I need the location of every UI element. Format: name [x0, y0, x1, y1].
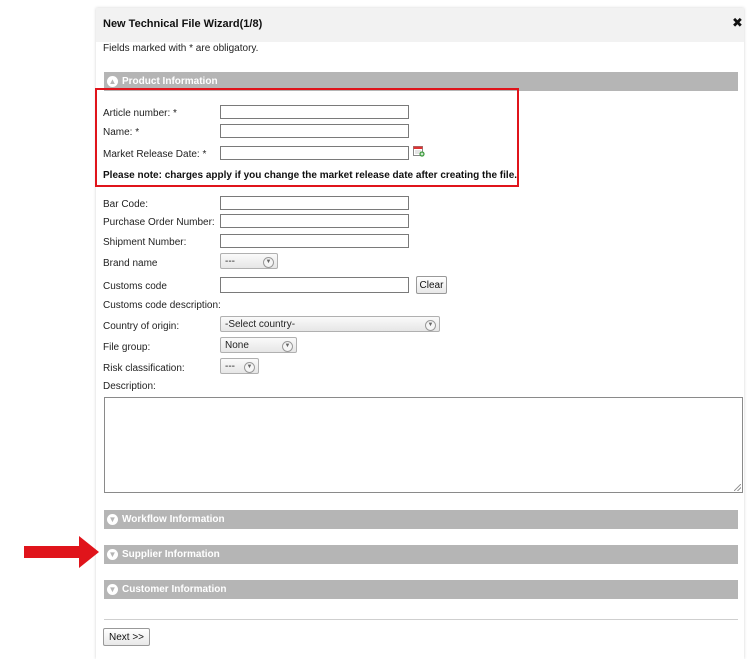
section-label: Customer Information [122, 584, 227, 595]
file-group-value: None [225, 340, 249, 351]
bar-code-input[interactable] [220, 196, 409, 210]
section-workflow-information[interactable]: ▼ Workflow Information [104, 510, 738, 529]
dialog-title: New Technical File Wizard(1/8) [103, 18, 263, 30]
chevron-down-icon: ▼ [425, 320, 436, 331]
name-label: Name: * [103, 127, 140, 138]
chevron-down-icon: ▼ [244, 362, 255, 373]
circle-chevron-down-icon: ▼ [107, 549, 118, 560]
purchase-order-number-input[interactable] [220, 214, 409, 228]
market-release-date-label: Market Release Date: * [103, 149, 207, 160]
customs-code-description-label: Customs code description: [103, 300, 221, 311]
country-of-origin-select[interactable]: -Select country- ▼ [220, 316, 440, 332]
country-of-origin-value: -Select country- [225, 319, 296, 330]
obligatory-note: Fields marked with * are obligatory. [103, 43, 259, 54]
chevron-down-icon: ▼ [282, 341, 293, 352]
shipment-number-label: Shipment Number: [103, 237, 187, 248]
market-release-date-input[interactable] [220, 146, 409, 160]
shipment-number-input[interactable] [220, 234, 409, 248]
next-button[interactable]: Next >> [103, 628, 150, 646]
country-of-origin-label: Country of origin: [103, 321, 180, 332]
resize-grip-icon[interactable] [734, 484, 741, 491]
section-label: Supplier Information [122, 549, 220, 560]
customs-code-label: Customs code [103, 281, 167, 292]
brand-name-label: Brand name [103, 258, 158, 269]
brand-name-select[interactable]: --- ▼ [220, 253, 278, 269]
chevron-down-icon: ▼ [263, 257, 274, 268]
file-group-label: File group: [103, 342, 151, 353]
section-supplier-information[interactable]: ▼ Supplier Information [104, 545, 738, 564]
article-number-label: Article number: * [103, 108, 177, 119]
risk-classification-select[interactable]: --- ▼ [220, 358, 259, 374]
name-input[interactable] [220, 124, 409, 138]
clear-button[interactable]: Clear [416, 276, 447, 294]
footer-divider [104, 619, 738, 620]
close-icon[interactable]: ✖ [732, 16, 743, 30]
article-number-input[interactable] [220, 105, 409, 119]
brand-name-value: --- [225, 256, 235, 267]
circle-chevron-up-icon: ▲ [107, 76, 118, 87]
description-label: Description: [103, 381, 156, 392]
description-textarea[interactable] [104, 397, 743, 493]
bar-code-label: Bar Code: [103, 199, 149, 210]
calendar-add-icon[interactable] [413, 145, 425, 157]
purchase-order-number-label: Purchase Order Number: [103, 217, 215, 228]
section-customer-information[interactable]: ▼ Customer Information [104, 580, 738, 599]
circle-chevron-down-icon: ▼ [107, 584, 118, 595]
annotation-arrow-icon [24, 536, 99, 568]
charges-note: Please note: charges apply if you change… [103, 170, 518, 181]
section-label: Product Information [122, 76, 218, 87]
section-label: Workflow Information [122, 514, 225, 525]
customs-code-input[interactable] [220, 277, 409, 293]
circle-chevron-down-icon: ▼ [107, 514, 118, 525]
file-group-select[interactable]: None ▼ [220, 337, 297, 353]
risk-classification-value: --- [225, 361, 235, 372]
risk-classification-label: Risk classification: [103, 363, 185, 374]
